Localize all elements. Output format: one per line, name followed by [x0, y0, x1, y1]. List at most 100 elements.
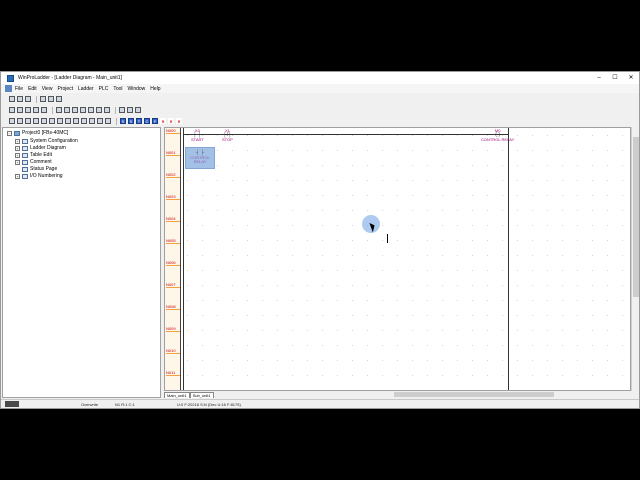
- scrollbar-thumb[interactable]: [394, 392, 554, 397]
- rung-label[interactable]: N007: [166, 282, 180, 288]
- contact-open-icon[interactable]: [49, 118, 55, 124]
- menu-ladder[interactable]: Ladder: [78, 86, 94, 92]
- close-button[interactable]: ✕: [623, 72, 639, 84]
- tree-item-ladder-diagram[interactable]: + Ladder Diagram: [15, 145, 66, 151]
- cut-icon[interactable]: [9, 107, 15, 113]
- coil-set-icon[interactable]: [65, 118, 71, 124]
- copy-icon[interactable]: [17, 107, 23, 113]
- contact-x0[interactable]: X0 ┤ ├ START: [191, 128, 204, 142]
- left-power-rail: [183, 128, 184, 390]
- contact-no-icon[interactable]: [17, 118, 23, 124]
- vertical-line-icon[interactable]: [89, 118, 95, 124]
- open-icon[interactable]: [17, 96, 23, 102]
- coil-reset-icon[interactable]: [73, 118, 79, 124]
- expand-icon[interactable]: +: [15, 173, 20, 179]
- goto-icon[interactable]: [72, 107, 78, 113]
- rung-label[interactable]: N003: [166, 194, 180, 200]
- coil-icon[interactable]: [57, 118, 63, 124]
- menu-window[interactable]: Window: [128, 86, 146, 92]
- menu-help[interactable]: Help: [150, 86, 160, 92]
- menu-file[interactable]: File: [15, 86, 23, 92]
- run-icon[interactable]: [119, 107, 125, 113]
- contact-x1[interactable]: X1 ┤/├ STOP: [222, 128, 233, 142]
- menu-plc[interactable]: PLC: [99, 86, 109, 92]
- coil-m0[interactable]: M0 ( ) CONTROL RELAY: [481, 128, 514, 142]
- undo-icon[interactable]: [33, 107, 39, 113]
- tree-item-label: System Configuration: [30, 138, 78, 144]
- maximize-button[interactable]: ☐: [607, 72, 623, 84]
- function-icon[interactable]: [97, 118, 103, 124]
- expand-icon[interactable]: +: [15, 138, 20, 144]
- stop-icon[interactable]: [127, 107, 133, 113]
- rung-label[interactable]: N001: [166, 150, 180, 156]
- right-power-rail: [508, 128, 509, 390]
- new-icon[interactable]: [9, 96, 15, 102]
- tree-root[interactable]: − Project0 [FBs-40MC]: [7, 130, 68, 136]
- tab-main-unit1[interactable]: Main_unit1: [164, 392, 190, 398]
- print-icon[interactable]: [40, 96, 46, 102]
- rung-label[interactable]: N011: [166, 370, 180, 376]
- print-preview-icon[interactable]: [48, 96, 54, 102]
- delete-column-icon[interactable]: ✕: [176, 118, 182, 124]
- minimize-button[interactable]: –: [591, 72, 607, 84]
- expand-icon[interactable]: +: [15, 145, 20, 151]
- compile-icon[interactable]: [96, 107, 102, 113]
- rung-label[interactable]: N009: [166, 326, 180, 332]
- tree-root-label: Project0 [FBs-40MC]: [22, 130, 69, 136]
- tree-item-system-configuration[interactable]: + System Configuration: [15, 138, 78, 144]
- monitor-icon[interactable]: [88, 107, 94, 113]
- select-icon[interactable]: [9, 118, 15, 124]
- scrollbar-thumb[interactable]: [633, 137, 639, 297]
- contact-nc-icon[interactable]: [25, 118, 31, 124]
- save-icon[interactable]: [25, 96, 31, 102]
- menu-edit[interactable]: Edit: [28, 86, 37, 92]
- tree-item-label: Table Edit: [30, 152, 52, 158]
- delete-icon[interactable]: ✕: [160, 118, 166, 124]
- properties-icon[interactable]: [56, 96, 62, 102]
- funct-icon[interactable]: F: [152, 118, 158, 124]
- expand-icon[interactable]: +: [15, 159, 20, 165]
- set-icon[interactable]: S: [120, 118, 126, 124]
- tree-item-status-page[interactable]: Status Page: [22, 166, 57, 172]
- timer-icon[interactable]: T: [136, 118, 142, 124]
- delete-row-icon[interactable]: ✕: [168, 118, 174, 124]
- delete-line-icon[interactable]: [105, 118, 111, 124]
- paste-icon[interactable]: [25, 107, 31, 113]
- step-icon[interactable]: S: [128, 118, 134, 124]
- rung-label[interactable]: N004: [166, 216, 180, 222]
- online-icon[interactable]: [104, 107, 110, 113]
- page-icon: [22, 166, 28, 172]
- counter-icon[interactable]: C: [144, 118, 150, 124]
- rung-label[interactable]: N008: [166, 304, 180, 310]
- horizontal-scrollbar[interactable]: [386, 391, 631, 398]
- contact-down-icon[interactable]: [41, 118, 47, 124]
- redo-icon[interactable]: [41, 107, 47, 113]
- menu-project[interactable]: Project: [57, 86, 73, 92]
- rung-label[interactable]: N000: [166, 128, 180, 134]
- rung-label[interactable]: N002: [166, 172, 180, 178]
- download-icon[interactable]: [135, 107, 141, 113]
- rung-label[interactable]: N010: [166, 348, 180, 354]
- contact-up-icon[interactable]: [33, 118, 39, 124]
- tree-item-table-edit[interactable]: + Table Edit: [15, 152, 52, 158]
- selected-cell[interactable]: ┤ ├ CONTROL RELAY: [185, 147, 215, 169]
- rung-label[interactable]: N005: [166, 238, 180, 244]
- horizontal-line-icon[interactable]: [81, 118, 87, 124]
- vertical-scrollbar[interactable]: [631, 127, 639, 391]
- expand-icon[interactable]: +: [15, 152, 20, 158]
- menu-tool[interactable]: Tool: [113, 86, 122, 92]
- replace-icon[interactable]: [64, 107, 70, 113]
- tree-item-comment[interactable]: + Comment: [15, 159, 52, 165]
- document-icon[interactable]: [5, 85, 12, 92]
- menu-view[interactable]: View: [42, 86, 53, 92]
- tab-sub-unit1[interactable]: Sub_unit1: [189, 392, 214, 398]
- collapse-icon[interactable]: −: [7, 130, 12, 136]
- project-tree[interactable]: − Project0 [FBs-40MC] + System Configura…: [2, 127, 161, 398]
- zoom-icon[interactable]: [80, 107, 86, 113]
- folder-icon: [22, 152, 28, 158]
- find-icon[interactable]: [56, 107, 62, 113]
- tree-item-io-numbering[interactable]: + I/O Numbering: [15, 173, 63, 179]
- rung-label[interactable]: N006: [166, 260, 180, 266]
- coil-comment: CONTROL RELAY: [481, 137, 515, 142]
- ladder-editor[interactable]: N000 N001 N002 N003 N004 N005 N006 N007 …: [164, 127, 631, 391]
